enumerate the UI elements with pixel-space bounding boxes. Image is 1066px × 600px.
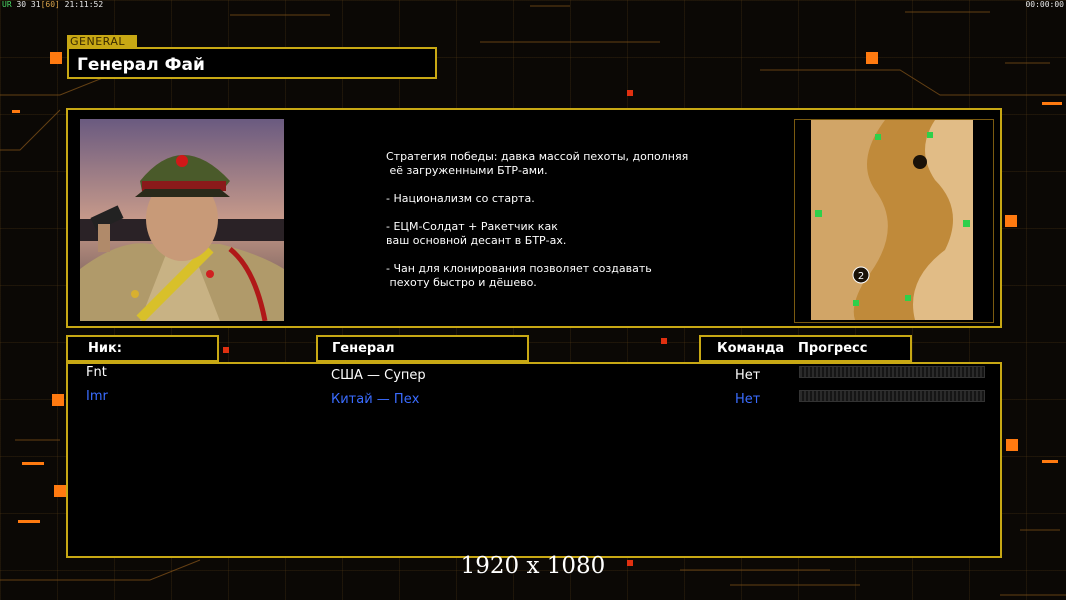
resolution-label: 1920 x 1080	[460, 553, 606, 579]
description-line-4: - Чан для клонирования позволяет создава…	[386, 262, 652, 289]
player-nick: Imr	[86, 389, 108, 404]
clock: 21:11:52	[64, 0, 104, 9]
fps-cap: [60]	[40, 0, 60, 9]
fps-value: 30 31	[16, 0, 41, 9]
player-general: Китай — Пех	[331, 392, 420, 407]
player-progress-bar	[799, 390, 985, 402]
osd-tag: UR	[2, 0, 12, 9]
general-portrait	[80, 119, 284, 321]
column-nick-header[interactable]: Ник:	[66, 335, 219, 362]
fps-overlay: UR 30 31[60] 21:11:52	[2, 0, 103, 9]
column-team-progress-header[interactable]: Команда Прогресс	[699, 335, 912, 362]
description-line-3: - ЕЦМ-Солдат + Ракетчик как ваш основной…	[386, 220, 567, 247]
general-title: Генерал Фай	[77, 55, 205, 75]
player-general: США — Супер	[331, 368, 426, 383]
player-team: Нет	[735, 392, 761, 407]
column-general-label: Генерал	[332, 341, 395, 356]
column-progress-label: Прогресс	[798, 341, 868, 356]
title-panel: Генерал Фай	[67, 47, 437, 79]
player-team: Нет	[735, 368, 761, 383]
column-nick-label: Ник:	[88, 341, 123, 356]
strategy-description: Стратегия победы: давка массой пехоты, д…	[386, 150, 726, 290]
column-general-header[interactable]: Генерал	[316, 335, 529, 362]
player-nick: Fnt	[86, 365, 107, 380]
description-line-2: - Национализм со старта.	[386, 192, 535, 205]
column-team-label: Команда	[717, 341, 785, 356]
start-marker-2: 2	[858, 271, 864, 282]
timer-overlay: 00:00:00	[1025, 0, 1064, 9]
description-line-1: Стратегия победы: давка массой пехоты, д…	[386, 150, 689, 177]
general-info-panel: Стратегия победы: давка массой пехоты, д…	[66, 108, 1002, 328]
player-progress-bar	[799, 366, 985, 378]
map-preview: 2	[794, 119, 994, 323]
